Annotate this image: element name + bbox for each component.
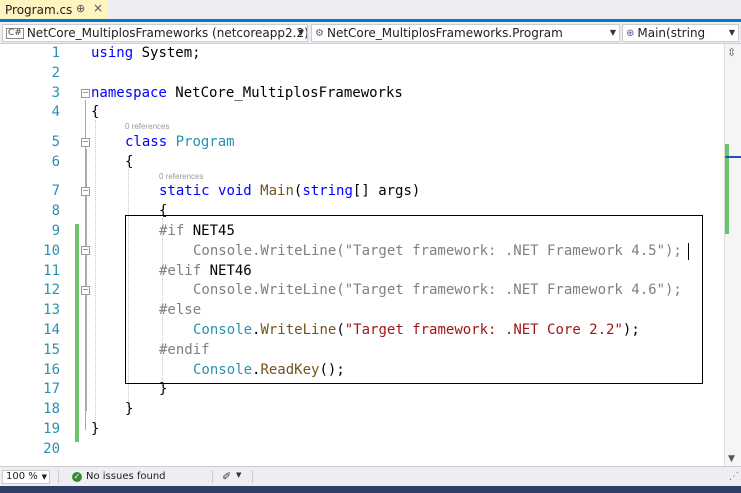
code-line[interactable]: namespace NetCore_MultiplosFrameworks (91, 84, 403, 104)
split-icon[interactable]: ⇳ (727, 46, 736, 59)
line-number: 4 (51, 104, 60, 121)
line-number: 6 (51, 153, 60, 170)
line-number: 2 (51, 64, 60, 81)
scroll-down-icon[interactable]: ▼ (728, 454, 735, 464)
line-number: 1 (51, 45, 60, 61)
window-bottom-bar (0, 486, 741, 493)
type-dropdown-label: NetCore_MultiplosFrameworks.Program (326, 26, 563, 40)
tab-program-cs[interactable]: Program.cs ⊕ × (0, 0, 108, 19)
code-line[interactable]: { (125, 153, 133, 173)
chevron-down-icon[interactable]: ▼ (236, 471, 241, 479)
line-number: 20 (43, 440, 60, 457)
zoom-level: 100 % (6, 471, 38, 482)
resize-grip-icon[interactable]: ⋰ (729, 471, 739, 482)
status-bar: 100 % ▼ ✓ No issues found ✐ ▼ ⋰ (0, 466, 741, 486)
issues-label: No issues found (86, 471, 166, 482)
code-line[interactable]: static void Main(string[] args) (159, 182, 420, 202)
code-cleanup-icon[interactable]: ✐ (222, 470, 231, 483)
codelens-references[interactable]: 0 references (125, 122, 169, 131)
pin-icon[interactable]: ⊕ (76, 2, 85, 15)
highlight-box (125, 215, 703, 384)
line-number: 10 (43, 242, 60, 259)
code-line[interactable]: { (91, 103, 99, 123)
project-dropdown-label: NetCore_MultiplosFrameworks (netcoreapp2… (26, 26, 308, 40)
type-dropdown[interactable]: ⚙ NetCore_MultiplosFrameworks.Program ▼ (311, 24, 620, 42)
code-line[interactable]: class Program (125, 133, 235, 153)
issues-indicator[interactable]: ✓ No issues found (72, 471, 166, 482)
chevron-down-icon: ▼ (41, 473, 47, 481)
project-dropdown[interactable]: C# NetCore_MultiplosFrameworks (netcorea… (2, 24, 308, 42)
caret-marker (725, 156, 741, 158)
chevron-down-icon: ▼ (728, 28, 735, 37)
line-number: 7 (51, 183, 60, 200)
line-number: 5 (51, 134, 60, 150)
csharp-project-icon: C# (6, 27, 24, 39)
navigation-bar: C# NetCore_MultiplosFrameworks (netcorea… (0, 22, 741, 44)
divider (212, 470, 213, 483)
line-number: 3 (51, 84, 60, 101)
divider (252, 470, 253, 483)
code-editor[interactable]: − − − − − 1 2 3 4 5 6 7 8 9 10 11 12 13 … (0, 44, 741, 466)
line-number: 8 (51, 203, 60, 220)
line-number: 11 (43, 262, 60, 279)
line-number: 14 (43, 322, 60, 338)
tab-bar: Program.cs ⊕ × (0, 0, 741, 22)
zoom-dropdown[interactable]: 100 % ▼ (2, 470, 50, 484)
line-number: 15 (43, 341, 60, 358)
chevron-down-icon: ▼ (297, 28, 304, 37)
line-number: 17 (43, 381, 60, 398)
code-line[interactable]: } (91, 420, 99, 440)
divider (58, 470, 59, 483)
method-icon: ⊕ (626, 27, 635, 39)
code-line[interactable]: } (125, 400, 133, 420)
member-dropdown-label: Main(string (637, 26, 706, 40)
line-number: 13 (43, 302, 60, 319)
codelens-references[interactable]: 0 references (159, 172, 203, 181)
line-number: 9 (51, 223, 60, 239)
line-number: 16 (43, 361, 60, 378)
close-icon[interactable]: × (93, 1, 103, 15)
line-number: 18 (43, 401, 60, 418)
class-icon: ⚙ (315, 27, 324, 39)
check-icon: ✓ (72, 471, 82, 482)
member-dropdown[interactable]: ⊕ Main(string ▼ (622, 24, 739, 42)
vertical-scrollbar[interactable]: ⇳ ▼ (724, 44, 741, 466)
code-line[interactable]: using System; (91, 44, 201, 64)
chevron-down-icon: ▼ (609, 28, 616, 37)
tab-title: Program.cs (5, 2, 73, 17)
line-number: 19 (43, 421, 60, 437)
line-number: 12 (43, 282, 60, 299)
